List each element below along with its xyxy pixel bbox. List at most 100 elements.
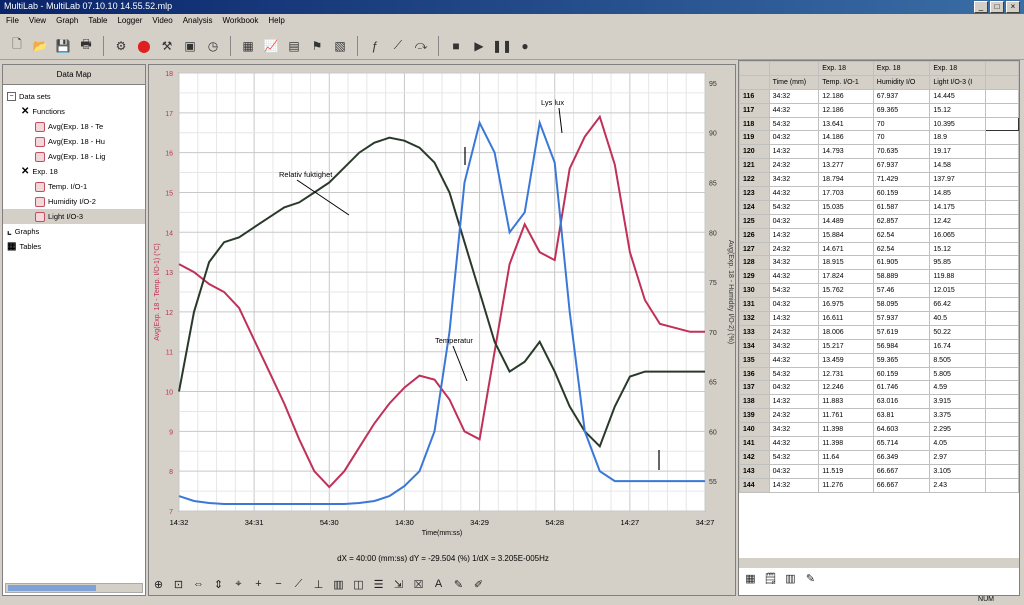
table-cell[interactable]: 15.035 [818, 199, 874, 215]
table-cell[interactable]: 16.74 [929, 338, 986, 354]
table-cell[interactable]: 5.805 [929, 366, 986, 382]
table-cell[interactable]: 34:32 [768, 422, 820, 438]
row-number[interactable]: 134 [739, 338, 770, 354]
table-scrollbar[interactable] [739, 558, 1019, 568]
table-cell[interactable]: 19.17 [929, 144, 986, 160]
zoom-x-icon[interactable]: ⇔ [191, 577, 206, 592]
minus-icon[interactable]: − [271, 577, 286, 592]
table-cell[interactable] [984, 255, 1019, 271]
table-cell[interactable] [984, 394, 1019, 410]
column-header[interactable]: Light I/O-3 (I [929, 74, 986, 90]
table-cell[interactable] [984, 283, 1019, 299]
menu-graph[interactable]: Graph [56, 16, 78, 28]
table-cell[interactable] [984, 144, 1019, 160]
table-cell[interactable]: 34:32 [768, 255, 820, 271]
table-cell[interactable]: 59.365 [872, 352, 931, 368]
table-cell[interactable]: 4.05 [929, 436, 986, 451]
table-cell[interactable]: 2.43 [929, 477, 986, 493]
open-folder-icon[interactable]: 📂 [31, 37, 49, 55]
column-header[interactable] [739, 74, 770, 90]
table-row[interactable]: 121 24:32 13.277 67.937 14.58 [739, 158, 1019, 174]
row-number[interactable]: 138 [739, 394, 770, 410]
legend-icon[interactable]: ☰ [371, 577, 386, 592]
table-cell[interactable]: 34:32 [768, 338, 820, 354]
table-cell[interactable]: 14:32 [768, 394, 820, 410]
table-cell[interactable] [984, 158, 1019, 174]
table-row[interactable]: 138 14:32 11.883 63.016 3.915 [739, 394, 1019, 410]
row-number[interactable]: 141 [739, 436, 770, 451]
table-cell[interactable]: 18.006 [818, 324, 874, 340]
table-cell[interactable]: 44:32 [768, 436, 820, 451]
table-cell[interactable] [984, 324, 1019, 340]
table-cell[interactable]: 24:32 [768, 158, 820, 174]
row-number[interactable]: 129 [739, 269, 770, 285]
table-row[interactable]: 133 24:32 18.006 57.619 50.22 [739, 324, 1019, 340]
tree-item-light-i-o-3[interactable]: Light I/O-3 [3, 209, 145, 224]
menu-workbook[interactable]: Workbook [223, 16, 259, 28]
table-cell[interactable]: 95.85 [929, 255, 986, 271]
table-cell[interactable]: 14:32 [768, 311, 820, 326]
function-icon[interactable]: ƒ [366, 37, 384, 55]
table-cell[interactable]: 61.587 [872, 199, 931, 215]
menu-logger[interactable]: Logger [117, 16, 142, 28]
table-cell[interactable]: 34:32 [768, 172, 820, 188]
table-row[interactable]: 135 44:32 13.459 59.365 8.505 [739, 352, 1019, 368]
table-cell[interactable] [984, 130, 1019, 146]
table-row[interactable]: 125 04:32 14.489 62.857 12.42 [739, 213, 1019, 229]
column-header[interactable]: Time (mm) [768, 74, 820, 90]
table-cell[interactable] [984, 213, 1019, 229]
table-cell[interactable]: 58.889 [872, 269, 931, 285]
graph-type-icon[interactable]: ◫ [351, 577, 366, 592]
stop-icon[interactable]: ⬤ [135, 37, 153, 55]
table-cell[interactable]: 16.975 [818, 297, 874, 313]
table-cell[interactable] [984, 172, 1019, 188]
table-cell[interactable]: 14.58 [929, 158, 986, 174]
chart-icon[interactable]: 📈 [262, 37, 280, 55]
table-cell[interactable]: 61.746 [872, 380, 931, 396]
table-cell[interactable]: 04:32 [768, 297, 820, 313]
table-row[interactable]: 137 04:32 12.246 61.746 4.59 [739, 380, 1019, 396]
table-cell[interactable]: 11.398 [818, 436, 874, 451]
table-cell[interactable]: 57.46 [872, 283, 931, 299]
table-cell[interactable]: 11.64 [818, 449, 874, 465]
table-cell[interactable] [984, 338, 1019, 354]
table-cell[interactable]: 14.489 [818, 213, 874, 229]
row-number[interactable]: 130 [739, 283, 770, 299]
table-cell[interactable]: 66.349 [872, 449, 931, 465]
stop-square-icon[interactable]: ■ [447, 37, 465, 55]
column-header[interactable]: Humidity I/O [872, 74, 931, 90]
new-file-icon[interactable]: 🗋 [8, 37, 26, 55]
table-cell[interactable] [984, 463, 1019, 479]
table-cell[interactable]: 11.519 [818, 463, 874, 479]
table-cell[interactable] [984, 269, 1019, 285]
map-icon[interactable]: ▧ [331, 37, 349, 55]
table-cell[interactable]: 13.277 [818, 158, 874, 174]
graph-plot[interactable]: 7 8 9 10 11 12 13 14 15 16 17 18 55 60 65 70 75 80 85 90 95 1… [149, 65, 737, 551]
table-cell[interactable]: 18.915 [818, 255, 874, 271]
tree-item-functions[interactable]: ✕ Functions [3, 104, 145, 119]
table-cell[interactable]: 61.905 [872, 255, 931, 271]
table-row[interactable]: 129 44:32 17.824 58.889 119.88 [739, 269, 1019, 285]
tree-item-humidity-i-o-2[interactable]: Humidity I/O-2 [3, 194, 145, 209]
table-cell[interactable]: 57.937 [872, 311, 931, 326]
zoom-in-icon[interactable]: ⊕ [151, 577, 166, 592]
table-cell[interactable]: 24:32 [768, 324, 820, 340]
table-cell[interactable]: 4.59 [929, 380, 986, 396]
maximize-button[interactable]: □ [990, 1, 1004, 13]
table-cell[interactable]: 14.445 [929, 88, 986, 104]
row-number[interactable]: 137 [739, 380, 770, 396]
table-row[interactable]: 136 54:32 12.731 60.159 5.805 [739, 366, 1019, 382]
pen-icon[interactable]: ✐ [471, 577, 486, 592]
table-cell[interactable]: 11.883 [818, 394, 874, 410]
table-cell[interactable]: 67.937 [872, 158, 931, 174]
table-cell[interactable]: 14.793 [818, 144, 874, 160]
table-cell[interactable]: 16.065 [929, 227, 986, 243]
properties-icon[interactable]: 🗒 [763, 571, 778, 586]
table-cell[interactable]: 70 [872, 116, 931, 132]
table-cell[interactable]: 50.22 [929, 324, 986, 340]
table-cell[interactable]: 2.295 [929, 422, 986, 438]
table-cell[interactable]: 62.857 [872, 213, 931, 229]
flag-icon[interactable]: ⚑ [308, 37, 326, 55]
row-number[interactable]: 123 [739, 186, 770, 201]
tree-item-data-sets[interactable]: − Data sets [3, 89, 145, 104]
